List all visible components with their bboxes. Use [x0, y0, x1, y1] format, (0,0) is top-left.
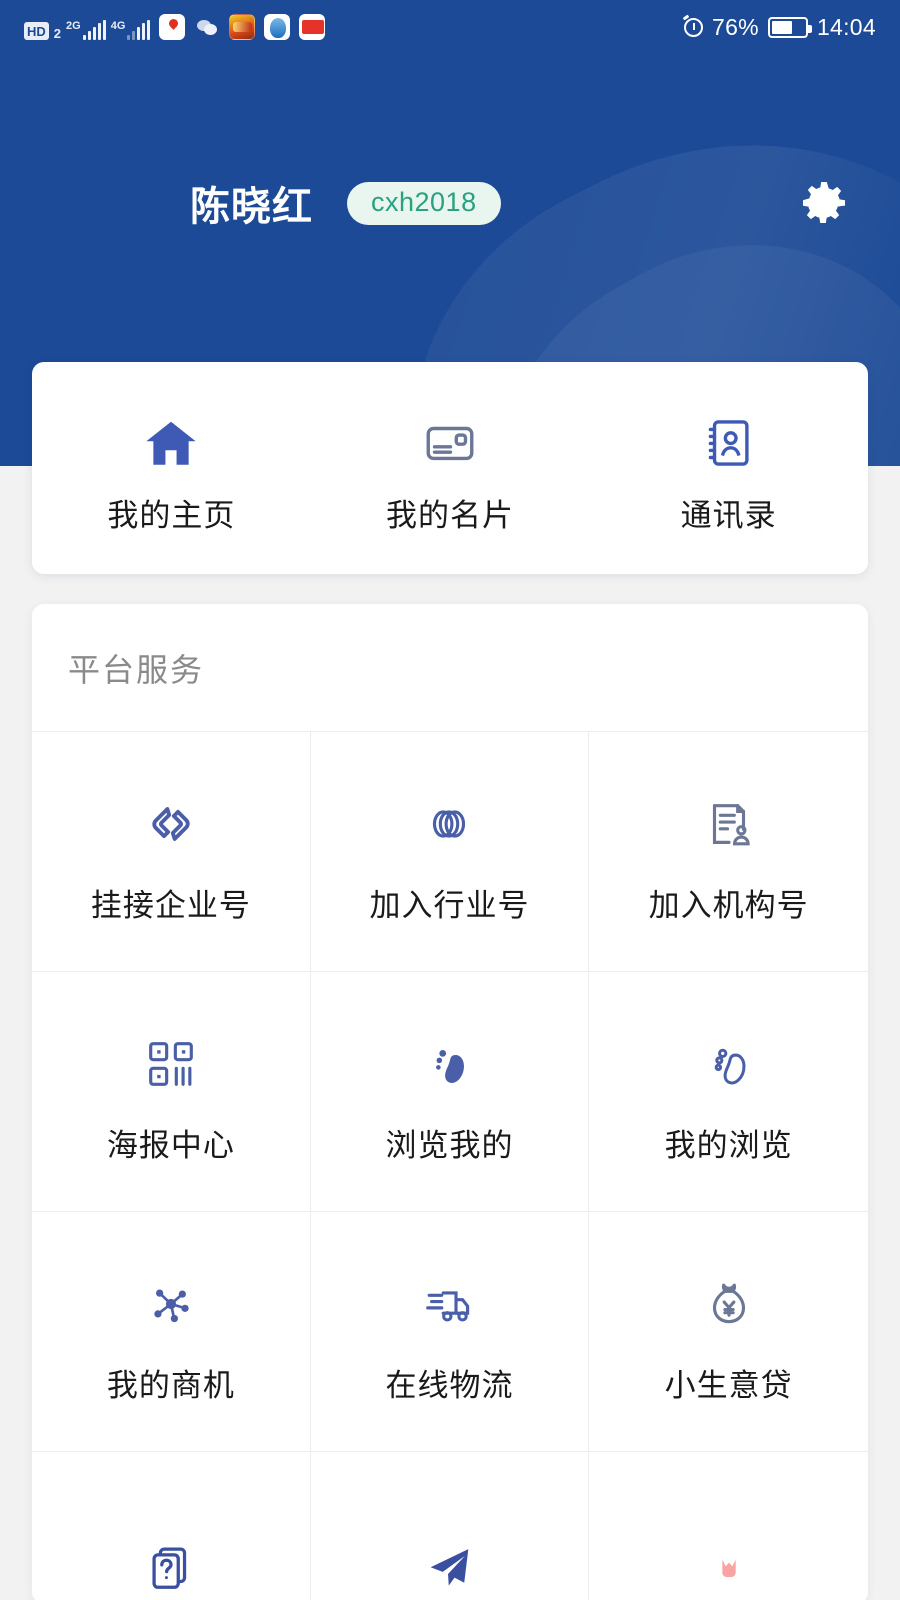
status-bar: HD 2 2G 4G 76% 14:04: [0, 0, 900, 54]
overlapping-circles-icon: [420, 778, 478, 870]
service-item-label: 海报中心: [106, 1128, 235, 1163]
service-item-label: 小生意贷: [664, 1368, 793, 1403]
hd-icon: HD: [24, 22, 49, 40]
service-item-label: 加入机构号: [648, 888, 809, 923]
quick-link-label: 我的主页: [107, 497, 236, 533]
contacts-book-icon: [700, 412, 758, 474]
quick-link-contacts[interactable]: 通讯录: [589, 362, 868, 574]
footprint-filled-icon: [420, 1018, 478, 1110]
clock-time-label: 14:04: [816, 13, 876, 40]
user-name: 陈晓红: [190, 185, 313, 229]
sim-number-label: 2: [53, 26, 62, 41]
paper-plane-icon: [420, 1521, 478, 1600]
alarm-clock-icon: [684, 17, 703, 37]
wechat-app-icon: [194, 14, 220, 40]
network-type-1-label: 2G: [66, 20, 81, 32]
service-item-label: 加入行业号: [369, 888, 530, 923]
gear-icon: [796, 175, 852, 231]
platform-services-card: 平台服务 挂接企业号 加入行业号 加入机构号 海报中心 浏览我的 我的浏览 我的…: [32, 604, 868, 1600]
service-item-join-industry[interactable]: 加入行业号: [310, 732, 590, 972]
network-type-2-label: 4G: [110, 20, 126, 32]
service-item-label: 挂接企业号: [90, 888, 251, 923]
heart-pink-icon: [713, 1521, 745, 1600]
game-app-icon: [229, 14, 256, 40]
footprint-outline-icon: [700, 1018, 758, 1110]
service-item-heart[interactable]: [589, 1452, 868, 1600]
quick-link-label: 通讯录: [680, 497, 777, 533]
quick-links-card: 我的主页 我的名片 通讯录: [32, 362, 868, 574]
profile-row: 陈晓红 cxh2018: [0, 174, 900, 232]
truck-icon: [420, 1258, 478, 1350]
signal-1: 2G: [66, 20, 106, 40]
signal-2: 4G: [111, 20, 151, 40]
service-item-label: 我的浏览: [664, 1128, 793, 1163]
signal-bars-1-icon: [82, 20, 106, 40]
platform-services-title: 平台服务: [32, 604, 868, 732]
service-item-online-logistics[interactable]: 在线物流: [310, 1212, 590, 1452]
platform-services-grid: 挂接企业号 加入行业号 加入机构号 海报中心 浏览我的 我的浏览 我的商机 在线…: [32, 732, 868, 1600]
service-item-join-institution[interactable]: 加入机构号: [589, 732, 868, 972]
question-cards-icon: [142, 1521, 200, 1600]
service-item-browsed-me[interactable]: 浏览我的: [310, 972, 590, 1212]
certificate-stamp-icon: [700, 778, 758, 870]
app-screen: HD 2 2G 4G 76% 14:04 陈晓红 cxh2018 我的主页 我的…: [0, 0, 900, 1600]
service-item-paper-plane[interactable]: [311, 1452, 590, 1600]
quick-link-my-business-card[interactable]: 我的名片: [311, 362, 590, 574]
quick-link-my-homepage[interactable]: 我的主页: [32, 362, 311, 574]
service-item-poster-center[interactable]: 海报中心: [32, 972, 311, 1212]
service-item-label: 浏览我的: [385, 1128, 514, 1163]
service-item-link-enterprise[interactable]: 挂接企业号: [32, 732, 311, 972]
service-item-label: 在线物流: [385, 1368, 514, 1403]
service-item-question-cards[interactable]: [32, 1452, 311, 1600]
link-enterprise-icon: [140, 778, 202, 870]
service-item-small-business-loan[interactable]: 小生意贷: [589, 1212, 868, 1452]
toutiao-app-icon: [299, 14, 326, 40]
weather-app-icon: [264, 14, 291, 40]
user-id-badge: cxh2018: [347, 181, 501, 225]
service-item-label: 我的商机: [106, 1368, 235, 1403]
quick-link-label: 我的名片: [386, 497, 514, 533]
battery-icon: [767, 16, 812, 38]
money-bag-yuan-icon: [700, 1258, 758, 1350]
settings-button[interactable]: [796, 175, 852, 231]
map-app-icon: [159, 14, 186, 40]
network-nodes-icon: [142, 1258, 200, 1350]
qr-code-icon: [142, 1018, 200, 1110]
service-item-my-opportunities[interactable]: 我的商机: [32, 1212, 311, 1452]
home-icon: [142, 412, 200, 474]
service-item-my-browsing[interactable]: 我的浏览: [589, 972, 868, 1212]
battery-percent-label: 76%: [712, 13, 759, 40]
signal-bars-2-icon: [127, 20, 151, 40]
business-card-icon: [421, 412, 479, 474]
